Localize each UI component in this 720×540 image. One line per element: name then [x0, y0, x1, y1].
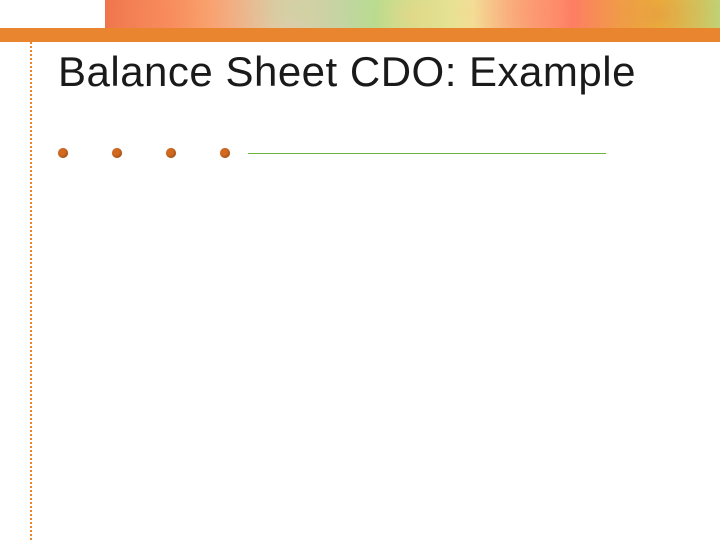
horizontal-rule — [248, 153, 606, 154]
slide-title: Balance Sheet CDO: Example — [58, 48, 636, 96]
bullet-icon — [58, 148, 68, 158]
orange-divider-bar — [0, 28, 720, 42]
bullet-icon — [112, 148, 122, 158]
bullet-icon — [220, 148, 230, 158]
bullet-icon — [166, 148, 176, 158]
vertical-dotted-rule — [30, 42, 32, 540]
bullet-row — [58, 148, 606, 158]
decorative-banner — [105, 0, 720, 28]
